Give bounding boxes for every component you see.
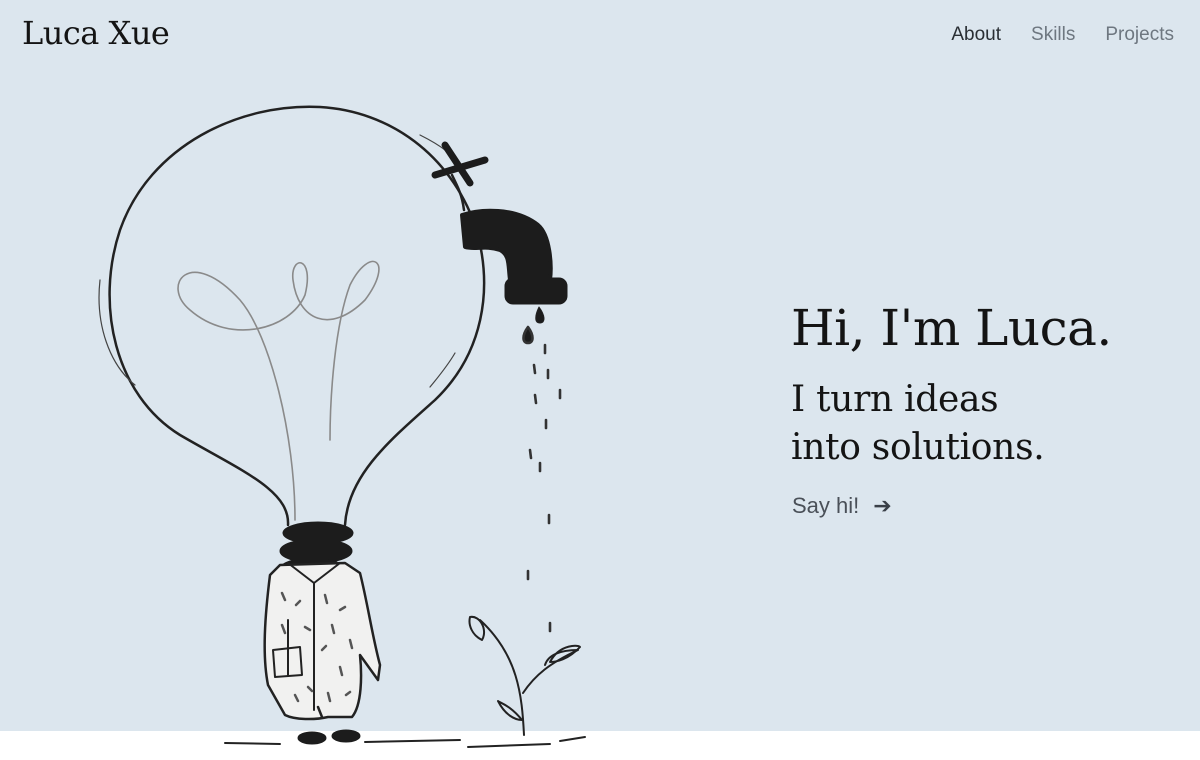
say-hi-label: Say hi!	[792, 493, 860, 518]
lightbulb-outline	[108, 105, 486, 527]
tagline-line-1: I turn ideas	[791, 379, 999, 420]
lightbulb-filament	[177, 260, 380, 521]
nav-item-skills[interactable]: Skills	[1031, 24, 1075, 46]
sprout-icon	[468, 615, 581, 736]
nav-item-projects[interactable]: Projects	[1105, 24, 1174, 46]
say-hi-link[interactable]: Say hi! ➔	[792, 493, 892, 519]
brand-logo[interactable]: Luca Xue	[22, 14, 170, 52]
hero-section: Luca Xue About Skills Projects Hi, I'm L…	[0, 0, 1200, 748]
tagline-line-2: into solutions.	[791, 427, 1045, 468]
hero-headline: Hi, I'm Luca.	[791, 299, 1112, 357]
main-nav: About Skills Projects	[951, 24, 1174, 46]
coat-figure	[263, 561, 382, 745]
faucet-icon	[431, 141, 568, 324]
hero-illustration	[98, 105, 586, 748]
nav-item-about[interactable]: About	[951, 24, 1001, 46]
ground-line	[224, 736, 586, 748]
water-drops	[522, 325, 562, 633]
arrow-right-icon: ➔	[873, 493, 892, 518]
hero-tagline: I turn ideas into solutions.	[791, 376, 1045, 472]
